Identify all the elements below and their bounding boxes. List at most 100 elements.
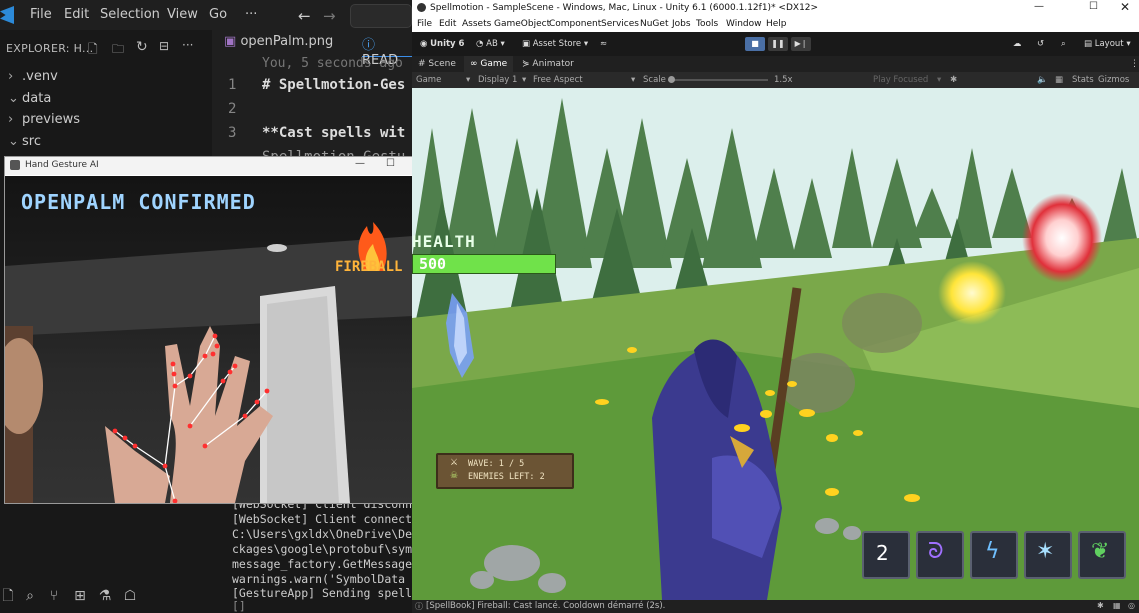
more-actions-icon[interactable]: ··· (182, 38, 193, 52)
gesture-titlebar[interactable]: Hand Gesture AI — ☐ (5, 157, 413, 175)
leaf-icon: ❦ (1091, 539, 1110, 564)
tree-item-venv[interactable]: › .venv (8, 69, 58, 84)
play-focused-dropdown[interactable]: Play Focused ▾ (873, 75, 945, 85)
tab-openpalm[interactable]: ▣ openPalm.png (224, 34, 333, 56)
menu-jobs[interactable]: Jobs (672, 19, 691, 29)
enemies-left: ENEMIES LEFT: 2 (468, 472, 545, 482)
grid-icon[interactable]: ▦ (1055, 75, 1063, 85)
tab-game[interactable]: ∞ Game (464, 56, 514, 72)
code-line[interactable]: # Spellmotion-Ges (262, 77, 405, 93)
maximize-icon[interactable]: ☐ (1089, 1, 1098, 12)
run-debug-icon[interactable]: ☖ (122, 588, 138, 604)
close-icon[interactable]: ✕ (1120, 0, 1130, 14)
chevron-down-icon: ▾ (937, 75, 942, 85)
tab-readme[interactable]: ⓘ READ (362, 34, 412, 68)
nav-forward-icon[interactable]: → (323, 7, 336, 25)
debug-icon[interactable]: ✱ (1097, 601, 1104, 610)
tab-animator[interactable]: ⋟ Animator (522, 59, 574, 69)
tree-item-previews[interactable]: › previews (8, 112, 80, 127)
scale-slider[interactable] (668, 79, 768, 81)
tree-item-src[interactable]: ⌄ src (8, 134, 41, 149)
menu-assets[interactable]: Assets (462, 19, 491, 29)
history-icon[interactable]: ↺ (1037, 39, 1044, 49)
play-button[interactable]: ■ (745, 37, 765, 51)
game-view-toolbar: Game ▾ Display 1 ▾ Free Aspect ▾ Scale 1.5x… (412, 72, 1139, 88)
stats-button[interactable]: Stats (1072, 75, 1094, 85)
unity-menubar: File Edit Assets GameObject Component Se… (412, 17, 1139, 33)
menu-help[interactable]: Help (766, 19, 787, 29)
search-icon[interactable]: ⌕ (22, 588, 38, 604)
menu-tools[interactable]: Tools (696, 19, 718, 29)
menu-edit[interactable]: Edit (64, 7, 89, 22)
chevron-icon: ⌄ (8, 91, 19, 106)
layout-dropdown[interactable]: ▤ Layout ▾ (1084, 39, 1131, 49)
bug-icon[interactable]: ✱ (950, 75, 957, 85)
scale-slider-handle[interactable] (668, 76, 675, 83)
maximize-icon[interactable]: ☐ (386, 158, 395, 169)
minimize-icon[interactable]: — (1034, 1, 1044, 12)
terminal-line: warnings.warn('SymbolData (232, 572, 406, 586)
spell-slot-vortex[interactable]: ᘐ (916, 531, 964, 579)
source-control-icon[interactable]: ⑂ (46, 588, 62, 604)
user-icon: ◔ (476, 39, 484, 49)
info-icon: ⓘ (362, 38, 376, 53)
menu-more[interactable]: ··· (245, 7, 257, 22)
unity-icon: ◉ (420, 39, 428, 49)
account-dropdown[interactable]: ◔ AB ▾ (476, 39, 505, 49)
unity-titlebar[interactable]: Spellmotion - SampleScene - Windows, Mac… (412, 0, 1139, 17)
spell-slot-lightning[interactable]: ϟ (970, 531, 1018, 579)
editor-area: ▣ openPalm.png ⓘ READ You, 5 seconds ago… (212, 30, 412, 165)
explorer-icon[interactable]: 🗋 (0, 588, 16, 604)
menu-window[interactable]: Window (726, 19, 762, 29)
notification-icon[interactable]: ◎ (1128, 601, 1135, 610)
collapse-all-icon[interactable]: ⊟ (159, 39, 169, 53)
tab-scene[interactable]: # Scene (418, 59, 456, 69)
nav-back-icon[interactable]: ← (298, 7, 311, 25)
menu-file[interactable]: File (417, 19, 432, 29)
gizmos-button[interactable]: Gizmos (1098, 75, 1129, 85)
network-icon[interactable]: ▦ (1113, 601, 1121, 610)
asset-store-dropdown[interactable]: ▣ Asset Store ▾ (522, 39, 588, 49)
display-dropdown[interactable]: Display 1 ▾ (478, 75, 528, 85)
swords-icon: ⚔ (450, 458, 459, 468)
dropdown-value: Game (416, 75, 442, 85)
testing-icon[interactable]: ⚗ (97, 588, 113, 604)
chevron-icon: › (8, 112, 14, 127)
mute-icon[interactable]: 🔈 (1037, 75, 1048, 85)
new-file-icon[interactable]: 🗋 (88, 40, 98, 61)
spell-slot-ice[interactable]: ✶ (1024, 531, 1072, 579)
menu-nuget[interactable]: NuGet (640, 19, 668, 29)
line-number: 1 (228, 77, 237, 93)
version-control-icon[interactable]: ≈ (600, 39, 607, 49)
extensions-icon[interactable]: ⊞ (72, 588, 88, 604)
tab-label: Game (480, 59, 508, 69)
unity-status-bar: ⓘ [SpellBook] Fireball: Cast lancé. Cool… (412, 600, 1139, 613)
console-status-message[interactable]: [SpellBook] Fireball: Cast lancé. Cooldo… (426, 601, 665, 611)
menu-file[interactable]: File (30, 7, 52, 22)
pause-button[interactable]: ❚❚ (768, 37, 788, 51)
aspect-dropdown[interactable]: Free Aspect ▾ (533, 75, 637, 85)
menu-services[interactable]: Services (601, 19, 639, 29)
spell-slot-cooldown[interactable]: 2 (862, 531, 910, 579)
game-mode-dropdown[interactable]: Game ▾ (416, 75, 470, 85)
menu-selection[interactable]: Selection (100, 7, 160, 22)
spell-slot-nature[interactable]: ❦ (1078, 531, 1126, 579)
tree-item-data[interactable]: ⌄ data (8, 91, 51, 106)
terminal-panel[interactable]: [WebSocket] Client disconn [WebSocket] C… (212, 495, 412, 613)
minimize-icon[interactable]: — (355, 158, 365, 169)
step-button[interactable]: ▶❘ (791, 37, 811, 51)
unity-account-button[interactable]: ◉ Unity 6 (420, 39, 464, 49)
menu-go[interactable]: Go (209, 7, 227, 22)
menu-component[interactable]: Component (549, 19, 601, 29)
command-center-search[interactable] (350, 4, 412, 28)
menu-view[interactable]: View (167, 7, 198, 22)
game-viewport[interactable]: HEALTH 500 ⚔ WAVE: 1 / 5 ☠ ENEMIES LEFT:… (412, 88, 1139, 600)
cloud-icon[interactable]: ☁ (1013, 39, 1022, 49)
code-line[interactable]: **Cast spells wit (262, 125, 405, 141)
menu-edit[interactable]: Edit (439, 19, 456, 29)
more-icon[interactable]: ⋮ (1130, 59, 1139, 69)
menu-gameobject[interactable]: GameObject (494, 19, 550, 29)
new-folder-icon[interactable]: 🗀 (112, 40, 124, 61)
search-icon[interactable]: ⌕ (1061, 39, 1066, 49)
refresh-icon[interactable]: ↻ (136, 39, 148, 55)
